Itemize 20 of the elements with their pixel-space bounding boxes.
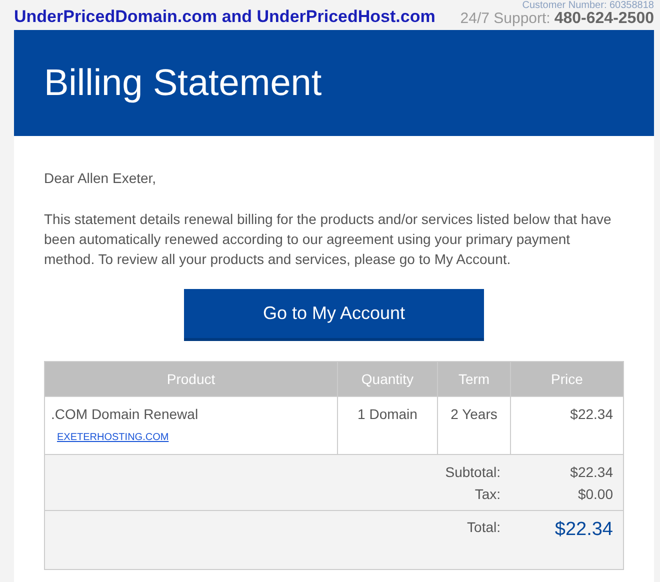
column-header: Product: [44, 362, 338, 396]
total-value: $22.34: [554, 519, 613, 540]
customer-number: Customer Number: 60358818: [522, 0, 654, 11]
intro-paragraph: This statement details renewal billing for the products and/or services listed below that have been automatically renewed according to our agreement using your primary payment method. To review all your products and services, please go to My Account.: [44, 210, 612, 269]
brand-name: UnderPricedDomain.com and UnderPricedHost.com: [14, 7, 436, 28]
account-button[interactable]: Go to My Account: [184, 289, 484, 341]
column-header: Term: [438, 362, 510, 396]
column-header: Price: [510, 362, 624, 396]
column-header: Quantity: [338, 362, 438, 396]
greeting: Dear Allen Exeter,: [44, 169, 158, 188]
support-phone: 480-624-2500: [554, 10, 654, 28]
subtotal-label: Subtotal:: [445, 464, 500, 480]
domain-link[interactable]: EXETERHOSTING.COM: [57, 432, 169, 443]
total-label: Total:: [467, 519, 500, 535]
product-name: .COM Domain Renewal: [51, 406, 198, 422]
banner-title: Billing Statement: [44, 62, 322, 104]
tax-value: $0.00: [578, 486, 613, 502]
tax-label: Tax:: [474, 486, 500, 502]
subtotal-value: $22.34: [570, 464, 613, 480]
support-label: 24/7 Support:: [460, 10, 550, 27]
